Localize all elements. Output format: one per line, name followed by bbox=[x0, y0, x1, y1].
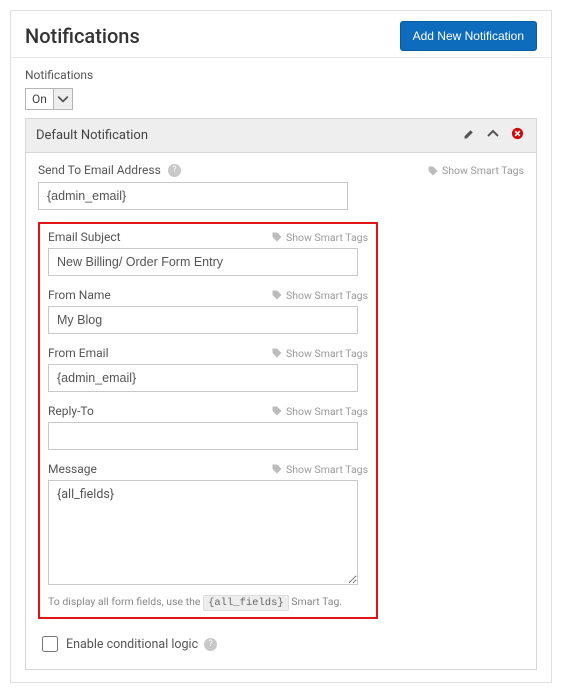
notifications-toggle-section: Notifications On bbox=[11, 58, 551, 118]
delete-icon[interactable] bbox=[508, 127, 526, 144]
collapse-icon[interactable] bbox=[484, 128, 502, 144]
notifications-toggle[interactable]: On bbox=[25, 88, 73, 110]
tag-icon bbox=[271, 231, 283, 243]
conditional-logic-checkbox[interactable] bbox=[42, 636, 58, 652]
chevron-down-icon bbox=[54, 89, 72, 109]
show-smart-tags-link[interactable]: Show Smart Tags bbox=[271, 405, 368, 418]
add-new-notification-button[interactable]: Add New Notification bbox=[400, 21, 537, 51]
reply-to-label: Reply-To bbox=[48, 404, 94, 418]
from-email-label: From Email bbox=[48, 346, 108, 360]
show-smart-tags-link[interactable]: Show Smart Tags bbox=[271, 231, 368, 244]
from-email-input[interactable] bbox=[48, 364, 358, 392]
notifications-toggle-value: On bbox=[26, 89, 54, 109]
panel-body: Send To Email Address ? Show Smart Tags … bbox=[26, 153, 536, 669]
smart-tag-hint: To display all form fields, use the {all… bbox=[48, 595, 368, 609]
message-textarea[interactable] bbox=[48, 480, 358, 585]
tag-icon bbox=[271, 347, 283, 359]
message-label: Message bbox=[48, 462, 97, 476]
show-smart-tags-link[interactable]: Show Smart Tags bbox=[271, 289, 368, 302]
from-name-input[interactable] bbox=[48, 306, 358, 334]
panel-title: Default Notification bbox=[36, 128, 454, 143]
notifications-page: Notifications Add New Notification Notif… bbox=[10, 10, 552, 683]
message-row: Message Show Smart Tags bbox=[48, 462, 368, 589]
send-to-field-row: Send To Email Address ? Show Smart Tags bbox=[38, 163, 524, 210]
tag-icon bbox=[271, 405, 283, 417]
send-to-input[interactable] bbox=[38, 182, 348, 210]
show-smart-tags-link[interactable]: Show Smart Tags bbox=[271, 463, 368, 476]
show-smart-tags-link[interactable]: Show Smart Tags bbox=[427, 164, 524, 177]
reply-to-row: Reply-To Show Smart Tags bbox=[48, 404, 368, 450]
all-fields-code: {all_fields} bbox=[203, 595, 289, 611]
help-icon[interactable]: ? bbox=[168, 164, 181, 177]
notifications-toggle-label: Notifications bbox=[25, 68, 537, 82]
from-email-row: From Email Show Smart Tags bbox=[48, 346, 368, 392]
email-subject-label: Email Subject bbox=[48, 230, 121, 244]
help-icon[interactable]: ? bbox=[204, 638, 217, 651]
page-title: Notifications bbox=[25, 24, 140, 48]
notification-panel: Default Notification Send To Email Addre… bbox=[25, 118, 537, 670]
email-subject-row: Email Subject Show Smart Tags bbox=[48, 230, 368, 276]
email-subject-input[interactable] bbox=[48, 248, 358, 276]
edit-icon[interactable] bbox=[460, 128, 478, 144]
conditional-logic-label: Enable conditional logic bbox=[66, 637, 198, 652]
panel-header: Default Notification bbox=[26, 119, 536, 153]
email-settings-highlight: Email Subject Show Smart Tags From Name bbox=[38, 222, 378, 619]
from-name-row: From Name Show Smart Tags bbox=[48, 288, 368, 334]
tag-icon bbox=[427, 165, 439, 177]
reply-to-input[interactable] bbox=[48, 422, 358, 450]
tag-icon bbox=[271, 463, 283, 475]
from-name-label: From Name bbox=[48, 288, 111, 302]
page-header: Notifications Add New Notification bbox=[11, 11, 551, 58]
tag-icon bbox=[271, 289, 283, 301]
show-smart-tags-link[interactable]: Show Smart Tags bbox=[271, 347, 368, 360]
send-to-label: Send To Email Address bbox=[38, 163, 161, 177]
